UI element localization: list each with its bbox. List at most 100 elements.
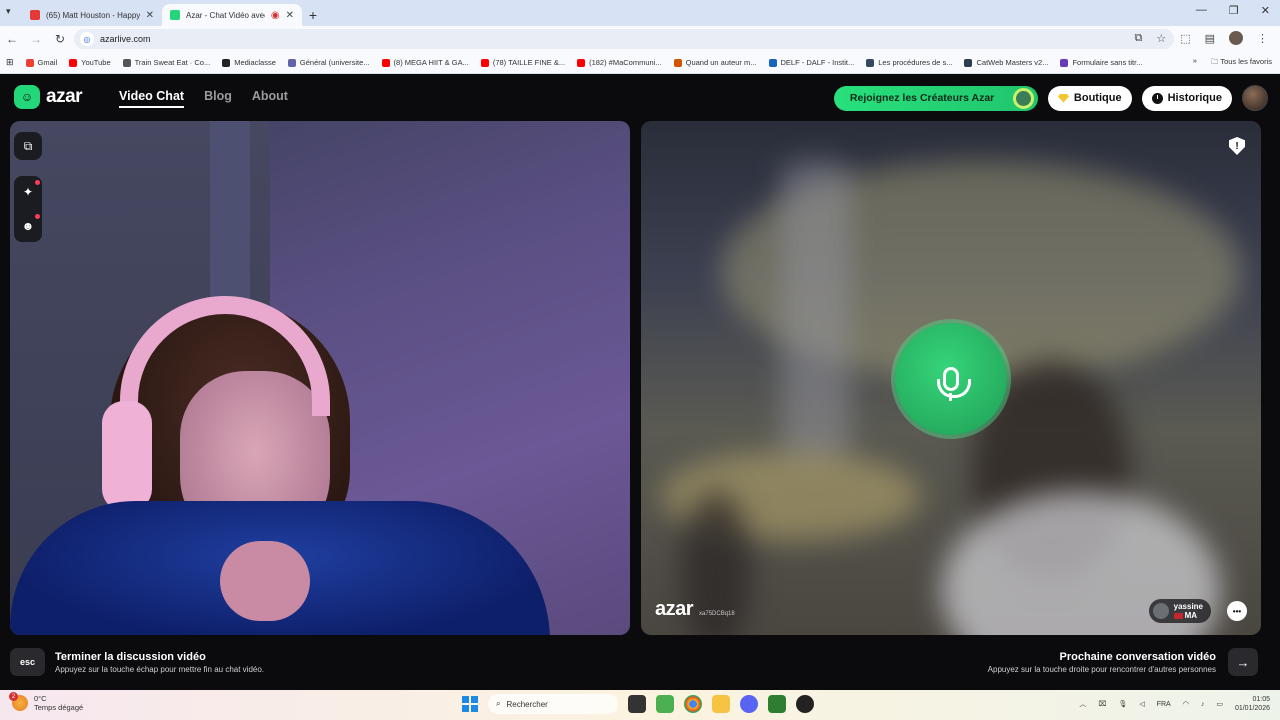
partner-avatar bbox=[1152, 603, 1169, 619]
bookmark-item[interactable]: Général (universite... bbox=[287, 58, 370, 67]
bookmark-item[interactable]: DELF - DALF - Instit... bbox=[768, 58, 854, 67]
main-nav: Video Chat Blog About bbox=[119, 89, 288, 108]
weather-widget[interactable]: 2 0°C Temps dégagé bbox=[9, 692, 84, 712]
blurred-pole bbox=[781, 161, 851, 461]
taskbar-search-input[interactable]: ⌕ Rechercher bbox=[488, 694, 618, 714]
microphone-stand bbox=[949, 393, 952, 401]
profile-avatar[interactable] bbox=[1229, 31, 1243, 45]
join-creators-button[interactable]: Rejoignez les Créateurs Azar bbox=[833, 85, 1038, 111]
browser-tab-youtube[interactable]: (65) Matt Houston - Happy Birt ✕ bbox=[22, 4, 162, 26]
reload-icon[interactable]: ↻ bbox=[48, 32, 72, 46]
speaker-icon[interactable]: ♪ bbox=[1201, 701, 1205, 708]
network-icon[interactable]: ⌧ bbox=[1098, 700, 1106, 708]
bookmark-item[interactable]: CatWeb Masters v2... bbox=[964, 58, 1048, 67]
history-button[interactable]: Historique bbox=[1141, 85, 1232, 111]
close-window-icon[interactable]: ✕ bbox=[1261, 4, 1270, 17]
bookmark-item[interactable]: Les procédures de s... bbox=[866, 58, 952, 67]
file-explorer-icon[interactable] bbox=[712, 695, 730, 713]
microphone-tray-icon[interactable]: 🎙 bbox=[1118, 700, 1127, 708]
bookmark-star-icon[interactable]: ☆ bbox=[1156, 32, 1166, 45]
all-bookmarks-folder[interactable]: 🗀 Tous les favoris bbox=[1211, 56, 1272, 69]
forward-icon[interactable]: → bbox=[24, 32, 48, 46]
bookmark-item[interactable]: YouTube bbox=[69, 58, 111, 67]
filters-button[interactable]: ☻ bbox=[14, 212, 42, 240]
logo-text: azar bbox=[46, 86, 83, 107]
windows-start-icon[interactable] bbox=[462, 696, 478, 712]
tray-chevron-icon[interactable]: ︿ bbox=[1079, 699, 1086, 709]
partner-country: MA bbox=[1184, 611, 1198, 620]
browser-tab-azar[interactable]: Azar - Chat Vidéo avec de ◉ ✕ bbox=[162, 4, 302, 26]
youtube-icon bbox=[480, 58, 489, 67]
bookmark-item[interactable]: Train Sweat Eat · Co... bbox=[122, 58, 210, 67]
url-input[interactable]: ◎ azarlive.com bbox=[74, 29, 1174, 49]
session-id: xa75DCBq18 bbox=[699, 611, 735, 617]
cast-icon[interactable]: ⧉ bbox=[1134, 32, 1142, 45]
browser-tab-bar: ▾ (65) Matt Houston - Happy Birt ✕ Azar … bbox=[0, 0, 1280, 26]
microphone-button[interactable] bbox=[895, 323, 1007, 435]
partner-info[interactable]: yassine MA bbox=[1148, 599, 1211, 623]
person-hand bbox=[220, 541, 310, 621]
nav-about[interactable]: About bbox=[252, 89, 288, 108]
apps-grid-icon[interactable]: ⊞ bbox=[6, 57, 14, 68]
system-clock[interactable]: 01:05 01/01/2026 bbox=[1235, 695, 1270, 713]
minimize-icon[interactable]: — bbox=[1196, 4, 1207, 17]
gmail-icon bbox=[25, 58, 34, 67]
language-indicator[interactable]: FRA bbox=[1157, 701, 1171, 708]
teams-icon bbox=[287, 58, 296, 67]
weather-desc: Temps dégagé bbox=[34, 703, 84, 712]
wifi-icon[interactable]: ◠ bbox=[1183, 700, 1189, 708]
windows-taskbar: 2 0°C Temps dégagé ⌕ Rechercher ︿ ⌧ 🎙 ◁ … bbox=[0, 690, 1280, 720]
extensions-icon[interactable]: ⬚ bbox=[1180, 32, 1190, 45]
new-tab-button[interactable]: + bbox=[302, 4, 324, 26]
discord-icon[interactable] bbox=[740, 695, 758, 713]
nav-video-chat[interactable]: Video Chat bbox=[119, 89, 185, 108]
bookmarks-overflow-button[interactable]: » bbox=[1193, 56, 1197, 69]
user-avatar[interactable] bbox=[1242, 85, 1268, 111]
bookmark-favicon-icon bbox=[964, 58, 973, 67]
battery-icon[interactable]: ▭ bbox=[1216, 700, 1223, 708]
bookmark-item[interactable]: Quand un auteur m... bbox=[673, 58, 757, 67]
face-filter-icon: ☻ bbox=[21, 219, 35, 233]
bookmark-item[interactable]: Mediaclasse bbox=[222, 58, 276, 67]
site-info-icon[interactable]: ◎ bbox=[80, 32, 94, 46]
chrome-icon[interactable] bbox=[684, 695, 702, 713]
restore-icon[interactable]: ❐ bbox=[1229, 4, 1239, 17]
bookmark-item[interactable]: (8) MEGA HIIT & GA... bbox=[381, 58, 469, 67]
taskbar-apps: ⌕ Rechercher bbox=[462, 694, 814, 714]
tab-title: Azar - Chat Vidéo avec de bbox=[186, 10, 265, 20]
sidebar-icon[interactable]: ▤ bbox=[1205, 32, 1215, 45]
obs-icon[interactable] bbox=[796, 695, 814, 713]
nvidia-icon[interactable] bbox=[656, 695, 674, 713]
bookmark-item[interactable]: (182) #MaCommuni... bbox=[577, 58, 662, 67]
task-view-icon[interactable] bbox=[628, 695, 646, 713]
azar-logo[interactable]: ☺ azar bbox=[14, 85, 83, 109]
bookmark-item[interactable]: (78) TAILLE FINE &... bbox=[480, 58, 565, 67]
report-shield-icon[interactable]: ! bbox=[1229, 137, 1245, 155]
end-chat-hint: Terminer la discussion vidéo Appuyez sur… bbox=[55, 651, 264, 674]
end-chat-subtitle: Appuyez sur la touche échap pour mettre … bbox=[55, 665, 265, 674]
close-tab-icon[interactable]: ✕ bbox=[146, 10, 154, 21]
nav-blog[interactable]: Blog bbox=[204, 89, 232, 108]
azar-logo-icon: ☺ bbox=[14, 85, 40, 109]
back-icon[interactable]: ← bbox=[0, 32, 24, 46]
bookmark-favicon-icon bbox=[768, 58, 777, 67]
chat-button[interactable]: ••• bbox=[1227, 601, 1247, 621]
bookmark-item[interactable]: Gmail bbox=[25, 58, 57, 67]
bookmark-item[interactable]: Formulaire sans titr... bbox=[1060, 58, 1142, 67]
sparkle-icon: ✦ bbox=[22, 185, 34, 199]
forms-icon bbox=[1060, 58, 1069, 67]
esc-key-button[interactable]: esc bbox=[10, 648, 45, 676]
shop-button[interactable]: Boutique bbox=[1047, 85, 1132, 111]
close-tab-icon[interactable]: ✕ bbox=[286, 10, 294, 21]
nvidia-app-icon[interactable] bbox=[768, 695, 786, 713]
volume-icon[interactable]: ◁ bbox=[1139, 700, 1144, 708]
effects-button[interactable]: ✦ bbox=[14, 178, 42, 206]
next-arrow-button[interactable]: → bbox=[1228, 648, 1258, 676]
bookmark-favicon-icon bbox=[866, 58, 875, 67]
swap-camera-button[interactable]: ⧉ bbox=[14, 132, 42, 160]
tab-search-icon[interactable]: ▾ bbox=[6, 6, 11, 17]
azar-favicon-icon bbox=[170, 10, 180, 20]
url-text: azarlive.com bbox=[100, 34, 151, 44]
app-header: ☺ azar Video Chat Blog About Rejoignez l… bbox=[0, 75, 1280, 119]
menu-icon[interactable]: ⋮ bbox=[1257, 32, 1268, 45]
